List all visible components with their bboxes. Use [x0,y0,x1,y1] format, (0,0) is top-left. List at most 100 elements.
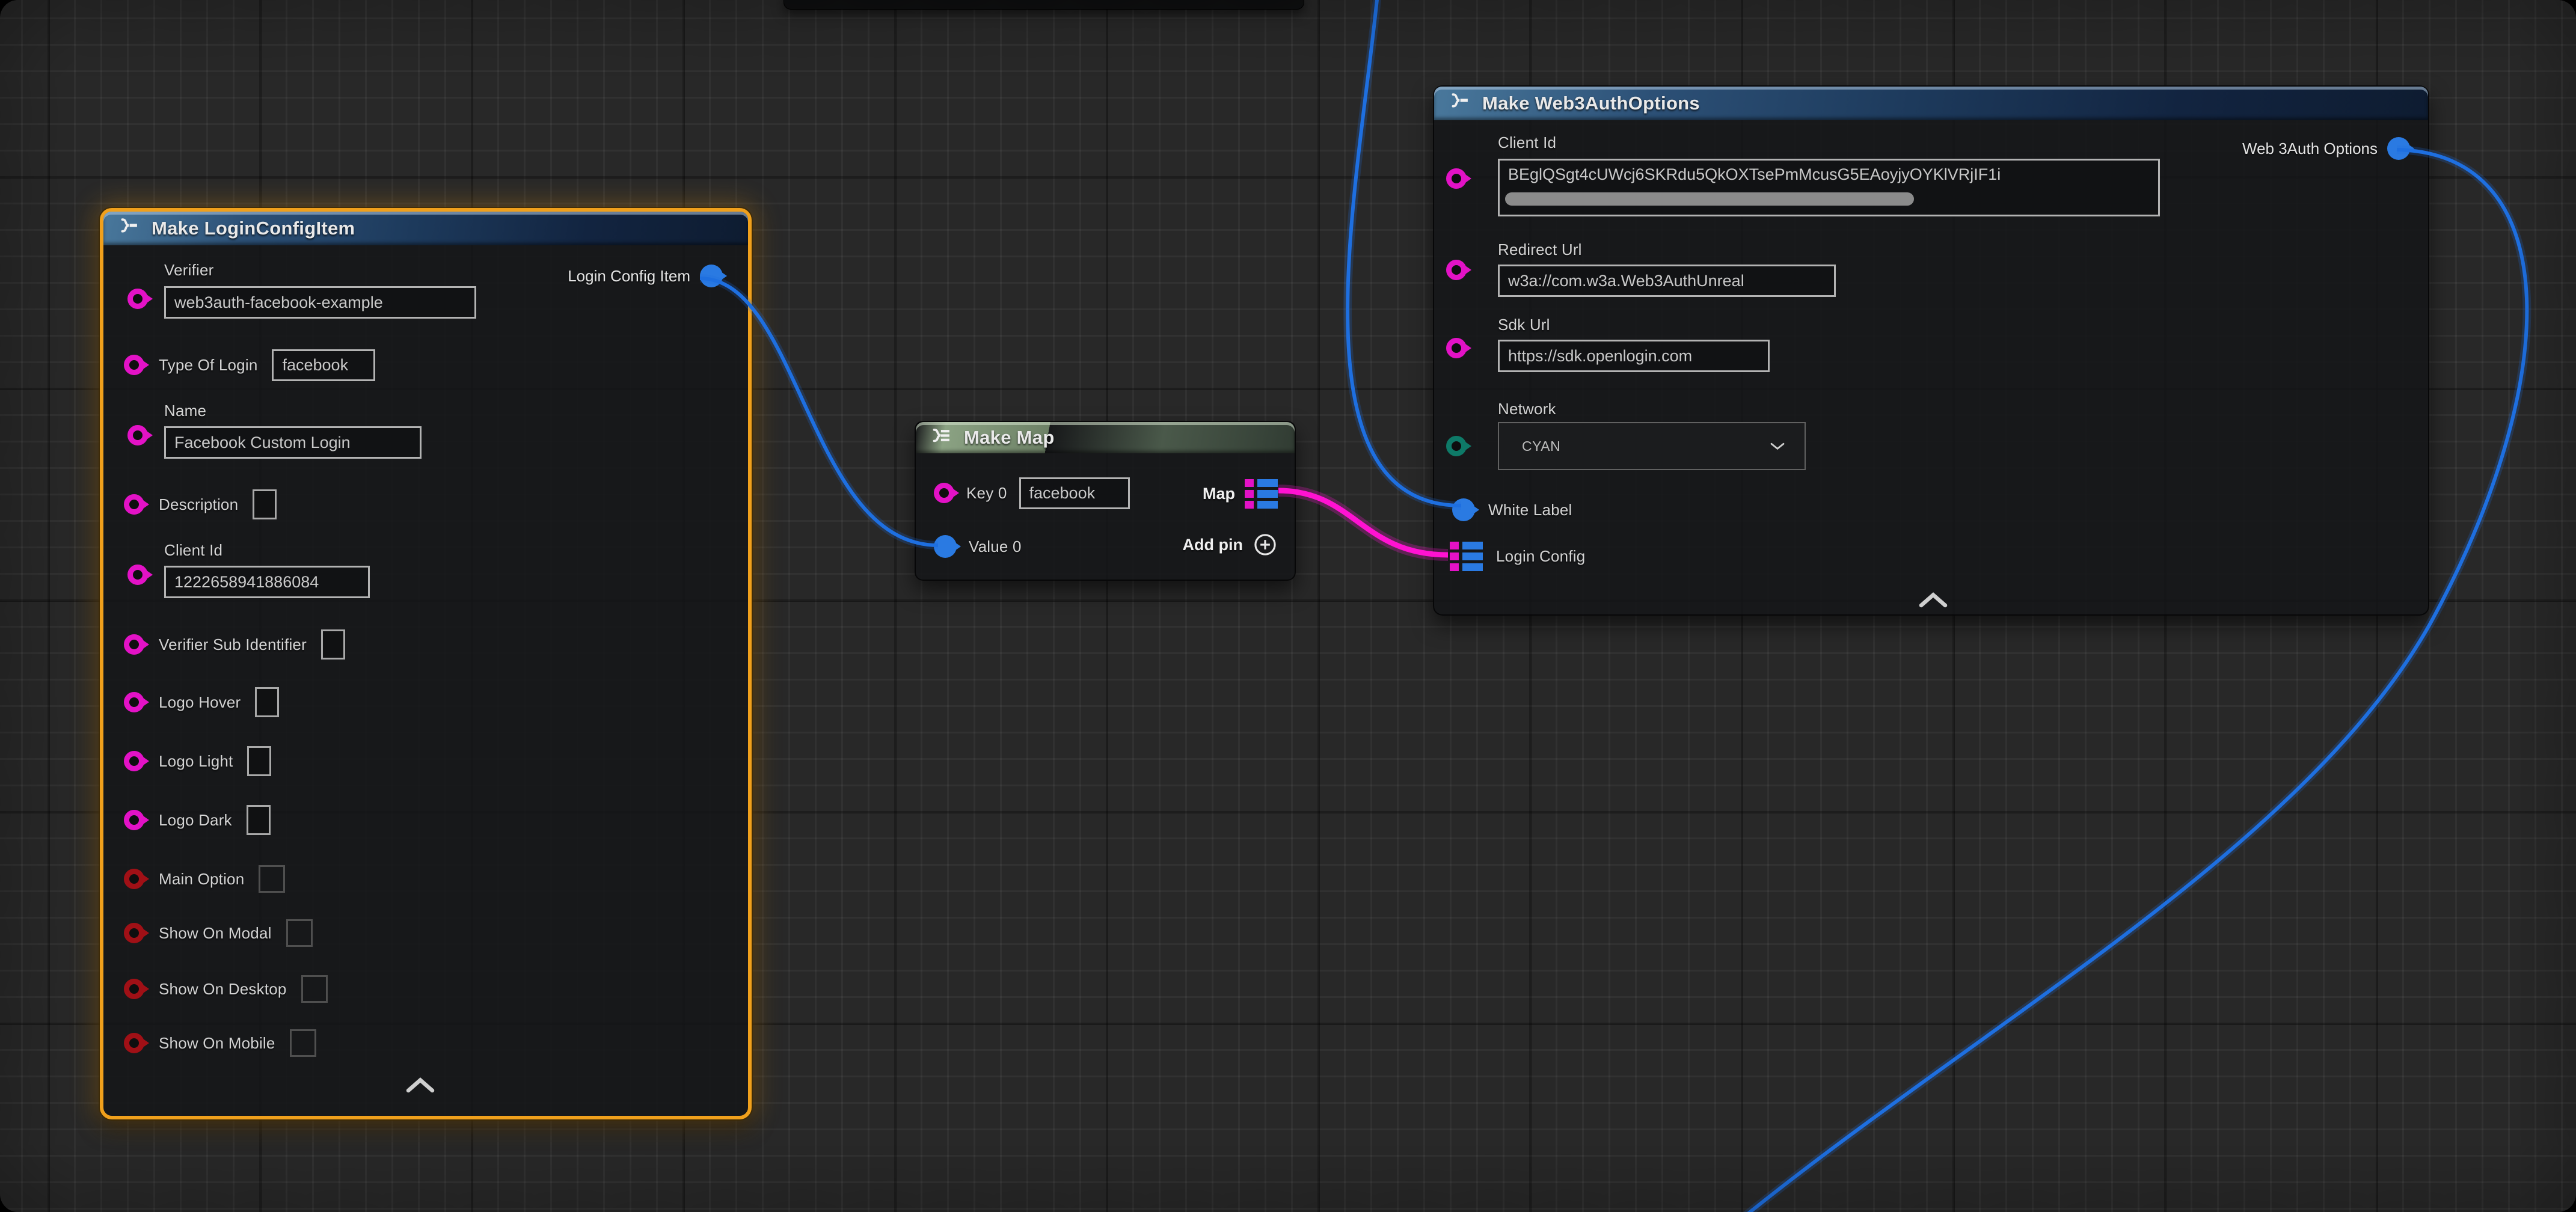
main-option-pin[interactable] [124,869,144,889]
value0-pin[interactable] [934,535,957,558]
field-scrollbar[interactable] [1505,192,1914,206]
pin-row-description: Description [124,489,277,520]
pin-row-show-on-desktop: Show On Desktop [124,973,328,1005]
pin-row-value0: Value 0 [934,531,1022,562]
show-on-modal-label: Show On Modal [159,924,272,943]
redirect-url-label: Redirect Url [1498,240,1582,259]
verifier-input[interactable]: web3auth-facebook-example [164,286,476,319]
key0-input[interactable]: facebook [1019,477,1130,509]
logo-dark-label: Logo Dark [159,811,232,830]
description-label: Description [159,495,238,514]
pin-row-type-of-login: Type Of Login facebook [124,349,375,381]
client-id-pin[interactable] [127,565,148,585]
make-struct-icon [1446,91,1471,116]
verifier-sub-identifier-pin[interactable] [124,634,144,655]
type-of-login-pin[interactable] [124,355,144,375]
client-id-input[interactable]: 1222658941886084 [164,566,370,598]
login-config-item-output-pin[interactable] [700,265,723,287]
name-input[interactable]: Facebook Custom Login [164,426,422,459]
add-pin-label: Add pin [1183,536,1243,554]
redirect-url-input[interactable]: w3a://com.w3a.Web3AuthUnreal [1498,265,1836,297]
white-label-label: White Label [1488,501,1572,519]
show-on-modal-pin[interactable] [124,923,144,943]
output-map: Map [1203,479,1278,509]
wire-map-to-login-config[interactable] [1278,491,1448,555]
network-pin[interactable] [1446,436,1467,456]
logo-hover-label: Logo Hover [159,693,241,712]
add-pin-icon[interactable] [1253,532,1278,557]
network-dropdown[interactable]: CYAN [1498,422,1806,470]
show-on-modal-checkbox[interactable] [286,919,313,947]
pin-row-main-option: Main Option [124,863,285,895]
verifier-pin[interactable] [127,289,148,309]
pin-row-white-label: White Label [1452,494,1572,525]
white-label-pin[interactable] [1452,498,1475,521]
client-id-label: Client Id [164,541,222,560]
node-title: Make Map [964,427,1055,448]
name-pin[interactable] [127,425,148,445]
output-web3auth-options: Web 3Auth Options [2242,137,2410,160]
output-login-config-item: Login Config Item [568,265,723,287]
blueprint-canvas[interactable]: Make LoginConfigItem Login Config Item V… [0,0,2576,1212]
verifier-label: Verifier [164,261,214,280]
pin-row-login-config: Login Config [1450,540,1585,572]
logo-hover-pin[interactable] [124,692,144,712]
add-pin-row: Add pin [1183,532,1278,557]
type-of-login-input[interactable]: facebook [272,349,375,381]
description-input[interactable] [253,489,277,519]
verifier-sub-identifier-input[interactable] [321,629,345,660]
main-option-checkbox[interactable] [259,865,285,893]
web3auth-options-output-pin[interactable] [2387,137,2410,160]
node-make-map[interactable]: Make Map Key 0 facebook Map Value 0 [915,421,1296,581]
login-config-label: Login Config [1496,547,1585,566]
node-title: Make Web3AuthOptions [1482,93,1700,114]
value0-label: Value 0 [969,537,1022,556]
node-title: Make LoginConfigItem [152,218,355,239]
show-on-desktop-label: Show On Desktop [159,980,287,999]
chevron-down-icon [1768,441,1786,451]
collapse-chevron-icon[interactable] [1915,590,1951,608]
show-on-mobile-checkbox[interactable] [290,1029,316,1057]
logo-light-label: Logo Light [159,752,233,771]
pin-row-show-on-modal: Show On Modal [124,917,313,949]
node-header[interactable]: Make Web3AuthOptions [1434,87,2428,120]
show-on-mobile-pin[interactable] [124,1033,144,1053]
make-map-icon [928,425,953,450]
redirect-url-pin[interactable] [1446,260,1467,280]
offscreen-node[interactable] [784,0,1304,10]
output-pin-label: Login Config Item [568,267,690,286]
node-header[interactable]: Make LoginConfigItem [103,212,748,245]
login-config-pin[interactable] [1450,542,1483,571]
client-id-pin[interactable] [1446,168,1467,189]
logo-dark-pin[interactable] [124,810,144,830]
sdk-url-input[interactable]: https://sdk.openlogin.com [1498,340,1770,372]
pin-row-verifier-sub-identifier: Verifier Sub Identifier [124,629,345,660]
node-header[interactable]: Make Map [916,422,1295,453]
show-on-desktop-pin[interactable] [124,979,144,999]
description-pin[interactable] [124,494,144,515]
name-label: Name [164,402,206,420]
sdk-url-pin[interactable] [1446,338,1467,358]
network-dropdown-value: CYAN [1522,438,1560,454]
map-output-pin[interactable] [1245,479,1278,509]
main-option-label: Main Option [159,870,244,889]
logo-hover-input[interactable] [255,687,279,717]
map-output-label: Map [1203,485,1235,503]
key0-pin[interactable] [934,483,954,503]
type-of-login-label: Type Of Login [159,356,257,375]
key0-label: Key 0 [966,484,1007,503]
show-on-desktop-checkbox[interactable] [301,975,328,1003]
sdk-url-label: Sdk Url [1498,316,1550,334]
web3auth-options-output-label: Web 3Auth Options [2242,139,2378,158]
logo-light-input[interactable] [247,746,271,776]
verifier-sub-identifier-label: Verifier Sub Identifier [159,635,307,654]
logo-light-pin[interactable] [124,751,144,771]
collapse-chevron-icon[interactable] [402,1076,438,1094]
client-id-input[interactable]: BEglQSgt4cUWcj6SKRdu5QkOXTsePmMcusG5EAoy… [1498,159,2160,216]
node-make-loginconfigitem[interactable]: Make LoginConfigItem Login Config Item V… [100,208,752,1119]
pin-row-show-on-mobile: Show On Mobile [124,1027,316,1059]
pin-row-logo-light: Logo Light [124,745,271,777]
logo-dark-input[interactable] [247,805,271,835]
client-id-label: Client Id [1498,133,1556,152]
node-make-web3authoptions[interactable]: Make Web3AuthOptions Web 3Auth Options C… [1433,85,2429,616]
